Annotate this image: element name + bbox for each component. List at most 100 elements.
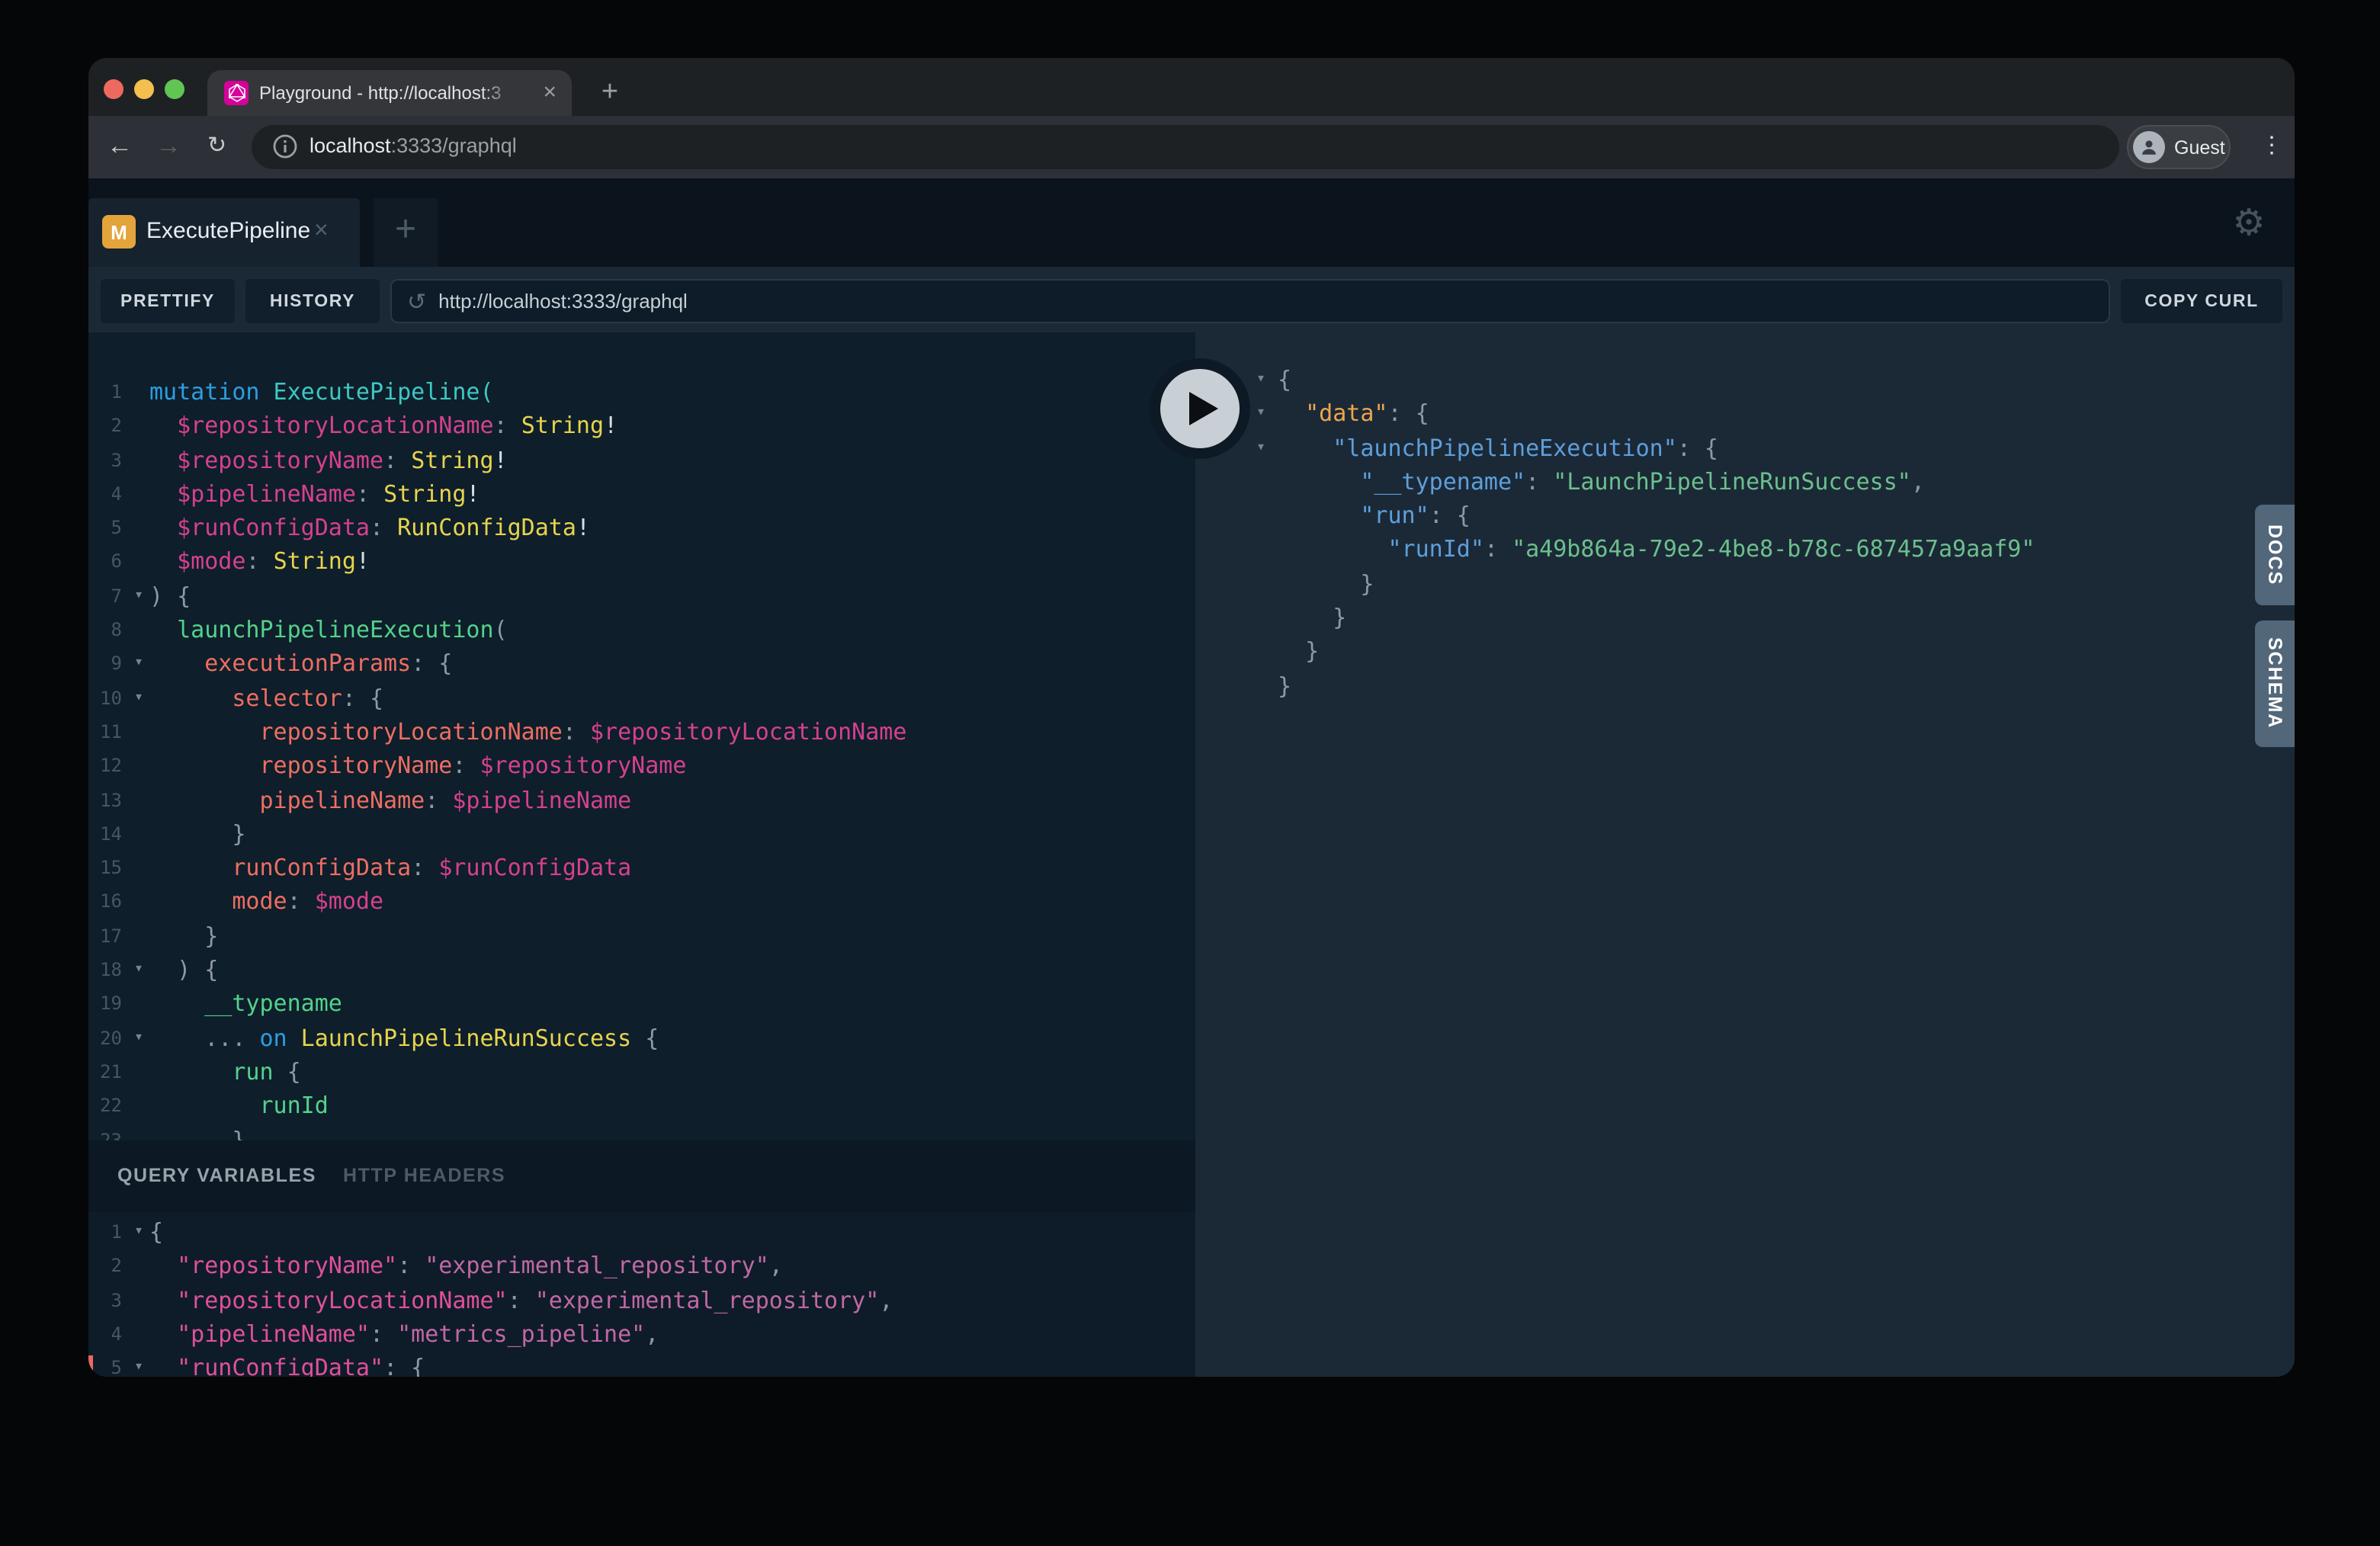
code-text: repositoryLocationName: $repositoryLocat… [149,715,906,749]
fold-arrow-icon[interactable]: ▾ [1250,397,1272,431]
mutation-badge: M [102,215,136,249]
code-text: "run": { [1278,499,1471,533]
profile-button[interactable]: Guest [2127,125,2231,169]
code-line: 3 "repositoryLocationName": "experimenta… [88,1283,1195,1317]
tab-title-fade [482,70,528,116]
line-number: 10 [88,681,122,715]
tab-query-variables[interactable]: QUERY VARIABLES [117,1140,316,1212]
fold-arrow-icon[interactable]: ▾ [1250,363,1272,397]
code-text: } [149,919,218,954]
play-icon [1189,392,1218,425]
browser-menu-icon[interactable]: ⋮ [2260,116,2284,178]
code-text: run { [149,1055,301,1089]
fold-arrow-icon[interactable]: ▾ [128,1021,149,1055]
code-line: "__typename": "LaunchPipelineRunSuccess"… [1195,465,2295,499]
window-controls [104,79,184,99]
line-number: 4 [88,477,122,512]
site-info-icon[interactable] [273,134,297,159]
line-number: 17 [88,919,122,954]
code-line: 21 run { [88,1055,1195,1089]
playground-tab-close-icon[interactable]: × [314,198,329,267]
code-line: ▾ "data": { [1195,397,2295,431]
code-text: mode: $mode [149,885,383,919]
back-icon[interactable]: ← [107,116,133,178]
code-line: 20▾ ... on LaunchPipelineRunSuccess { [88,1021,1195,1055]
playground-new-tab-button[interactable]: + [374,198,438,267]
code-text: $repositoryName: String! [149,443,508,477]
url-host: localhost [310,134,391,157]
code-line: 15 runConfigData: $runConfigData [88,851,1195,885]
docs-side-tab[interactable]: DOCS [2255,505,2295,605]
code-text: $mode: String! [149,545,370,579]
fold-arrow-icon[interactable]: ▾ [128,1215,149,1249]
url-field[interactable]: localhost:3333/graphql [252,125,2119,169]
code-line: 12 repositoryName: $repositoryName [88,749,1195,784]
reload-icon[interactable]: ↻ [207,116,226,178]
code-line: 19 __typename [88,987,1195,1022]
response-pane: ▾{▾ "data": {▾ "launchPipelineExecution"… [1195,332,2295,1377]
code-line: 8 launchPipelineExecution( [88,613,1195,647]
fold-arrow-icon[interactable]: ▾ [128,1351,149,1377]
code-text: selector: { [149,681,383,715]
settings-gear-icon[interactable]: ⚙ [2226,184,2272,261]
execute-query-button[interactable] [1150,358,1250,459]
line-number: 14 [88,817,122,852]
close-window-button[interactable] [104,79,123,99]
line-number: 21 [88,1055,122,1089]
line-number: 4 [88,1317,122,1352]
fold-arrow-icon[interactable]: ▾ [128,579,149,614]
code-text: $pipelineName: String! [149,477,480,512]
tab-http-headers[interactable]: HTTP HEADERS [343,1140,505,1212]
code-text: "pipelineName": "metrics_pipeline", [149,1317,659,1352]
history-button[interactable]: HISTORY [245,279,380,323]
browser-tab[interactable]: Playground - http://localhost:3 × [207,70,572,116]
code-text: pipelineName: $pipelineName [149,783,631,817]
playground-tab-executepipeline[interactable]: M ExecutePipeline × [88,198,360,267]
url-text: localhost:3333/graphql [310,125,517,169]
fold-arrow-icon[interactable]: ▾ [128,681,149,715]
code-line: 1mutation ExecutePipeline( [88,375,1195,409]
code-line: 17 } [88,919,1195,954]
code-line: 9▾ executionParams: { [88,647,1195,682]
tab-close-icon[interactable]: × [543,70,557,116]
fold-arrow-icon[interactable]: ▾ [128,647,149,682]
query-variables-pane[interactable]: 1▾{2 "repositoryName": "experimental_rep… [88,1212,1195,1377]
endpoint-input[interactable]: ↺ http://localhost:3333/graphql [390,279,2110,323]
new-tab-button[interactable]: + [589,70,631,116]
code-text: "launchPipelineExecution": { [1278,431,1718,465]
code-text: { [149,1215,163,1249]
fold-arrow-icon[interactable]: ▾ [1250,431,1272,465]
fold-arrow-icon[interactable]: ▾ [128,953,149,987]
line-number: 1 [88,375,122,409]
code-line: 16 mode: $mode [88,885,1195,919]
query-editor-pane[interactable]: 1mutation ExecutePipeline(2 $repositoryL… [88,332,1195,1140]
code-line: "runId": "a49b864a-79e2-4be8-b78c-687457… [1195,533,2295,567]
code-line: 6 $mode: String! [88,545,1195,579]
code-text: runId [149,1089,329,1123]
forward-icon[interactable]: → [156,116,181,178]
code-line: } [1195,601,2295,635]
copy-curl-button[interactable]: COPY CURL [2121,279,2282,323]
zoom-window-button[interactable] [165,79,184,99]
minimize-window-button[interactable] [134,79,154,99]
code-text: } [149,817,245,852]
playground-toolbar: PRETTIFY HISTORY ↺ http://localhost:3333… [88,267,2295,332]
code-line: 7▾) { [88,579,1195,614]
code-line: 18▾ ) { [88,953,1195,987]
code-line: 23 } [88,1123,1195,1140]
code-text: "__typename": "LaunchPipelineRunSuccess"… [1278,465,1925,499]
prettify-button[interactable]: PRETTIFY [101,279,235,323]
line-number: 11 [88,715,122,749]
line-number: 9 [88,647,122,682]
schema-side-tab[interactable]: SCHEMA [2255,621,2295,747]
code-line: } [1195,669,2295,703]
code-text: launchPipelineExecution( [149,613,508,647]
query-editor-code: 1mutation ExecutePipeline(2 $repositoryL… [88,332,1195,1140]
line-number: 23 [88,1123,122,1140]
line-number: 18 [88,953,122,987]
endpoint-reset-icon[interactable]: ↺ [407,287,426,315]
code-line: ▾ "launchPipelineExecution": { [1195,431,2295,465]
browser-window: Playground - http://localhost:3 × + ← → … [88,58,2295,1377]
code-line: 4 $pipelineName: String! [88,477,1195,512]
code-text: ) { [149,579,191,614]
